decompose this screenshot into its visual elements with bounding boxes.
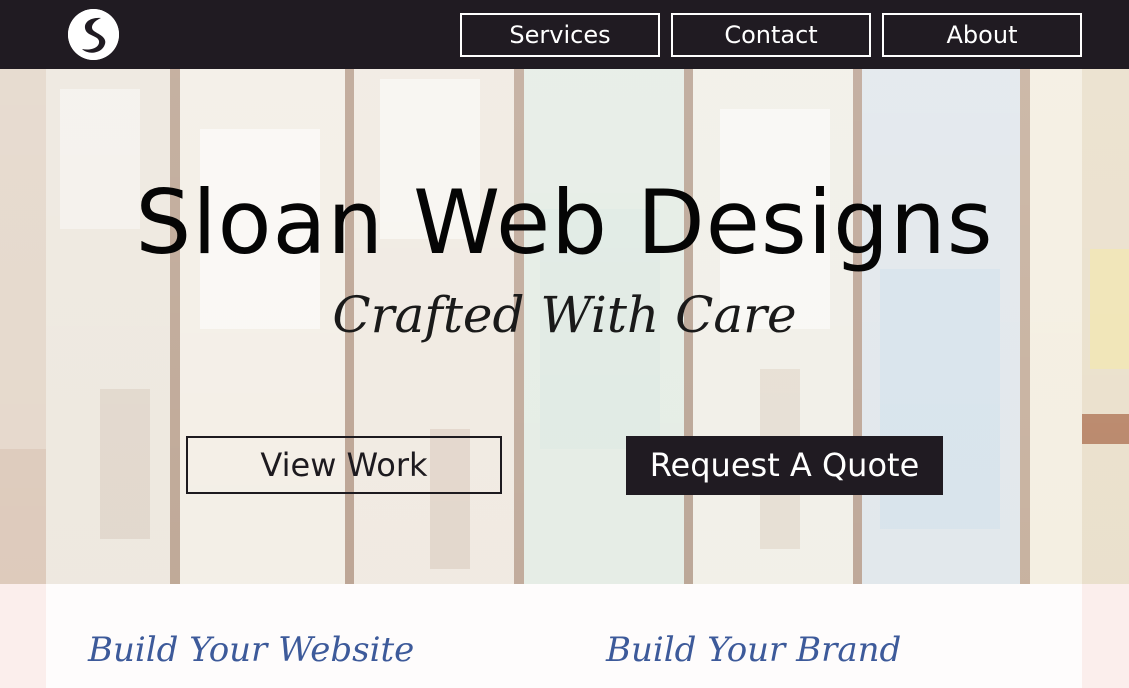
panel-left-edge [0,584,46,688]
request-quote-button[interactable]: Request A Quote [626,436,943,495]
panel-right-edge [1082,584,1129,688]
view-work-button[interactable]: View Work [186,436,502,494]
build-brand-heading: Build Your Brand [606,630,902,670]
hero-section: Sloan Web Designs Crafted With Care View… [0,69,1129,584]
hero-title: Sloan Web Designs [135,171,994,274]
nav-services-button[interactable]: Services [460,13,660,57]
top-navbar: Services Contact About [0,0,1129,69]
nav-contact-button[interactable]: Contact [671,13,871,57]
s-logo-icon[interactable] [68,9,119,60]
nav-about-button[interactable]: About [882,13,1082,57]
build-website-heading: Build Your Website [88,630,415,670]
hero-subtitle: Crafted With Care [332,286,797,344]
services-panel: Build Your Website Build Your Brand [46,584,1082,688]
